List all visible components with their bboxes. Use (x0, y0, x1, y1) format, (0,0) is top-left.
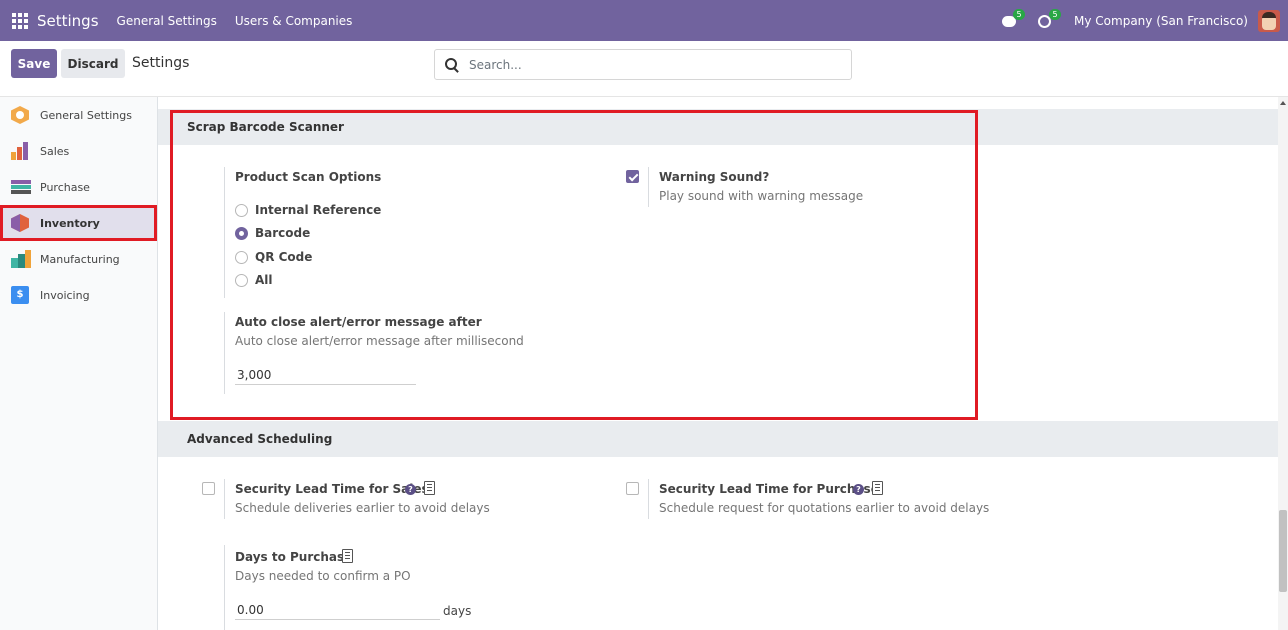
sidebar-item-sales[interactable]: Sales (0, 133, 157, 169)
sidebar-item-manufacturing[interactable]: Manufacturing (0, 241, 157, 277)
settings-sidebar: General Settings Sales Purchase Inventor… (0, 97, 158, 630)
days-to-purchase-label: Days to Purchase (235, 550, 353, 564)
purchase-lead-time-checkbox[interactable] (626, 482, 639, 495)
sidebar-item-label: Manufacturing (40, 252, 120, 266)
help-question-icon[interactable]: ? (853, 484, 864, 495)
discuss-icon[interactable]: 5 (1002, 8, 1026, 29)
help-question-icon[interactable]: ? (405, 484, 416, 495)
vertical-scrollbar[interactable] (1278, 97, 1288, 630)
sales-icon (11, 142, 29, 160)
top-navbar: Settings General Settings Users & Compan… (0, 0, 1288, 41)
sidebar-item-label: Sales (40, 144, 70, 158)
days-to-purchase-input[interactable] (235, 600, 440, 620)
sidebar-item-label: Invoicing (40, 288, 90, 302)
sidebar-item-label: Purchase (40, 180, 90, 194)
activity-clock-icon[interactable]: 5 (1038, 8, 1062, 29)
search-icon (445, 57, 459, 72)
scroll-thumb[interactable] (1279, 510, 1287, 592)
sidebar-item-label: General Settings (40, 108, 132, 122)
sales-lead-time-help: Schedule deliveries earlier to avoid del… (235, 501, 490, 515)
general-settings-icon (11, 106, 29, 124)
sidebar-item-general-settings[interactable]: General Settings (0, 97, 157, 133)
inventory-icon (11, 214, 29, 232)
sales-lead-time-checkbox[interactable] (202, 482, 215, 495)
manufacturing-icon (11, 250, 31, 268)
purchase-lead-time-help: Schedule request for quotations earlier … (659, 501, 990, 515)
setting-divider (224, 545, 225, 630)
setting-divider (224, 479, 225, 519)
search-input[interactable] (469, 57, 829, 72)
sidebar-item-inventory[interactable]: Inventory (0, 205, 157, 241)
save-button[interactable]: Save (11, 49, 57, 78)
menu-general-settings[interactable]: General Settings (117, 14, 217, 28)
purchase-icon (11, 178, 31, 196)
control-panel: Save Discard Settings (0, 41, 1288, 97)
user-avatar[interactable] (1258, 9, 1280, 32)
app-title[interactable]: Settings (37, 12, 99, 30)
activity-badge: 5 (1049, 8, 1062, 20)
days-to-purchase-help: Days needed to confirm a PO (235, 569, 411, 583)
apps-menu-icon[interactable] (12, 12, 28, 29)
setting-divider (648, 479, 649, 519)
sidebar-item-invoicing[interactable]: $ Invoicing (0, 277, 157, 313)
company-specific-icon (424, 481, 435, 495)
menu-users-companies[interactable]: Users & Companies (235, 14, 353, 28)
page-title: Settings (132, 55, 190, 71)
days-unit-label: days (443, 604, 472, 618)
sidebar-item-label: Inventory (40, 216, 100, 230)
company-specific-icon (342, 549, 353, 563)
highlight-frame (170, 110, 978, 420)
invoicing-icon: $ (11, 286, 29, 304)
discuss-badge: 5 (1013, 8, 1026, 20)
sidebar-item-purchase[interactable]: Purchase (0, 169, 157, 205)
search-box[interactable] (434, 49, 852, 80)
section-title: Advanced Scheduling (187, 432, 333, 446)
purchase-lead-time-label: Security Lead Time for Purchase (659, 482, 879, 496)
section-header-advanced-scheduling: Advanced Scheduling (158, 421, 1278, 457)
company-specific-icon (872, 481, 883, 495)
company-switcher[interactable]: My Company (San Francisco) (1074, 14, 1248, 28)
sales-lead-time-label: Security Lead Time for Sales (235, 482, 429, 496)
scroll-up-arrow-icon[interactable] (1280, 101, 1286, 105)
discard-button[interactable]: Discard (61, 49, 125, 78)
